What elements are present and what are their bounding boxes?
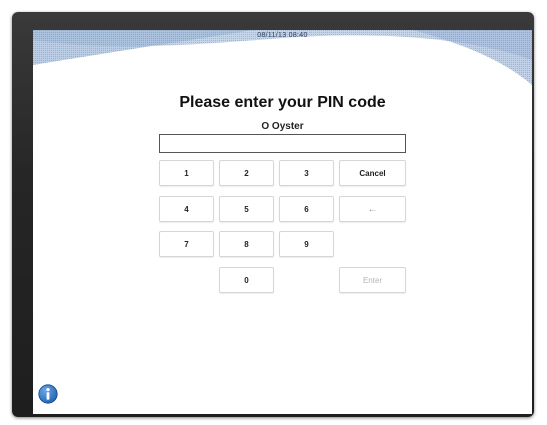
- page-title: Please enter your PIN code: [179, 94, 386, 111]
- key-0[interactable]: 0: [219, 267, 274, 293]
- pin-entry-screen: 08/11/13 08:40 Please enter your PIN cod…: [33, 30, 532, 414]
- enter-button[interactable]: Enter: [339, 267, 406, 293]
- pin-input[interactable]: [159, 134, 406, 153]
- info-icon[interactable]: [38, 384, 58, 404]
- key-1[interactable]: 1: [159, 160, 214, 186]
- key-3[interactable]: 3: [279, 160, 334, 186]
- key-2[interactable]: 2: [219, 160, 274, 186]
- datetime-display: 08/11/13 08:40: [257, 32, 308, 39]
- key-7[interactable]: 7: [159, 231, 214, 257]
- key-9[interactable]: 9: [279, 231, 334, 257]
- key-8[interactable]: 8: [219, 231, 274, 257]
- cancel-button[interactable]: Cancel: [339, 160, 406, 186]
- backspace-button[interactable]: ←: [339, 196, 406, 222]
- key-6[interactable]: 6: [279, 196, 334, 222]
- user-name: O Oyster: [261, 121, 304, 132]
- key-5[interactable]: 5: [219, 196, 274, 222]
- key-4[interactable]: 4: [159, 196, 214, 222]
